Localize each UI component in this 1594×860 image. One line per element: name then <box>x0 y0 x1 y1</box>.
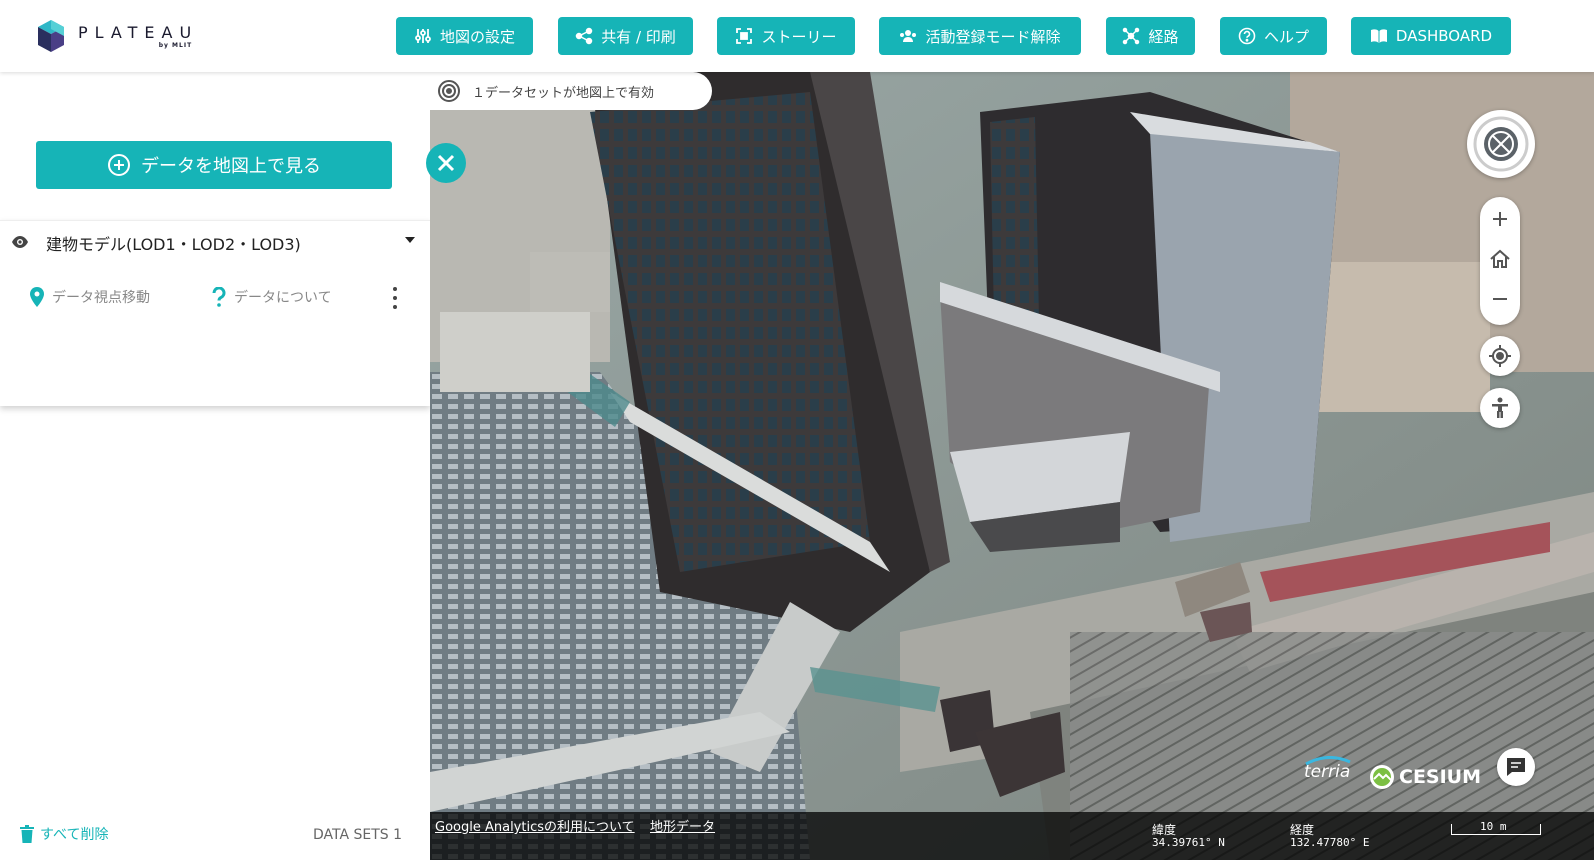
map-status-bar: Google Analyticsの利用について 地形データ 緯度 34.3976… <box>430 812 1594 860</box>
story-button[interactable]: ストーリー <box>717 17 855 55</box>
scale-bar <box>1451 824 1541 835</box>
story-label: ストーリー <box>761 27 837 46</box>
zoom-out-button[interactable] <box>1480 279 1520 319</box>
pedestrian-mode-button[interactable] <box>1480 388 1520 428</box>
3d-map-viewer[interactable] <box>430 72 1594 860</box>
minus-icon <box>1493 298 1507 300</box>
chat-icon <box>1507 758 1525 776</box>
my-location-button[interactable] <box>1480 336 1520 376</box>
activity-mode-label: 活動登録モード解除 <box>925 27 1061 46</box>
compass-icon <box>1473 116 1529 172</box>
longitude-value: 132.47780° E <box>1290 836 1370 849</box>
help-button[interactable]: ヘルプ <box>1220 17 1327 55</box>
zoom-to-data-button[interactable]: データ視点移動 <box>30 287 150 307</box>
workbench-panel: データを地図上で見る 建物モデル(LOD1・LOD2・LOD3) データ視点移動… <box>0 72 430 860</box>
route-label: 経路 <box>1148 27 1179 46</box>
cesium-icon <box>1370 765 1394 789</box>
logo-subtitle: by MLIT <box>158 42 193 49</box>
help-icon <box>1238 27 1256 45</box>
plus-icon <box>1493 212 1507 226</box>
delete-all-button[interactable]: すべて削除 <box>20 824 108 844</box>
delete-all-label: すべて削除 <box>40 827 109 843</box>
compass-button[interactable] <box>1467 110 1535 178</box>
workbench-item-title[interactable]: 建物モデル(LOD1・LOD2・LOD3) <box>46 231 301 255</box>
close-icon <box>437 154 455 172</box>
dashboard-label: DASHBOARD <box>1395 27 1493 45</box>
help-label: ヘルプ <box>1263 27 1309 46</box>
home-button[interactable] <box>1480 239 1520 279</box>
activity-mode-button[interactable]: 活動登録モード解除 <box>879 17 1081 55</box>
broadcast-icon <box>438 80 460 102</box>
home-icon <box>1490 249 1510 268</box>
eye-icon[interactable] <box>11 235 29 249</box>
share-icon <box>575 27 593 45</box>
chevron-down-icon[interactable] <box>405 237 415 243</box>
cesium-logo[interactable]: CESIUM <box>1368 763 1481 791</box>
active-datasets-indicator: １データセットが地図上で有効 <box>430 72 712 110</box>
question-icon <box>212 287 226 307</box>
workbench-item: 建物モデル(LOD1・LOD2・LOD3) データ視点移動 データについて <box>0 220 430 406</box>
share-print-button[interactable]: 共有 / 印刷 <box>558 17 693 55</box>
plateau-logo[interactable]: PLATEAU by MLIT <box>36 16 198 56</box>
close-panel-button[interactable] <box>426 143 466 183</box>
person-icon <box>1492 397 1508 418</box>
locate-icon <box>1489 345 1511 367</box>
add-data-button[interactable]: データを地図上で見る <box>36 141 392 189</box>
more-options-icon[interactable] <box>391 287 399 309</box>
feedback-button[interactable] <box>1497 748 1535 786</box>
terria-logo[interactable]: terria <box>1304 756 1351 782</box>
story-icon <box>736 28 753 44</box>
active-datasets-text: １データセットが地図上で有効 <box>472 85 655 101</box>
trash-icon <box>20 825 34 843</box>
map-settings-label: 地図の設定 <box>439 27 515 46</box>
plus-circle-icon <box>108 154 130 176</box>
terria-swoosh-icon <box>1305 756 1351 766</box>
terrain-data-link[interactable]: 地形データ <box>650 816 715 835</box>
route-button[interactable]: 経路 <box>1106 17 1195 55</box>
users-icon <box>900 30 917 42</box>
zoom-in-button[interactable] <box>1480 199 1520 239</box>
top-navbar: PLATEAU by MLIT 地図の設定 共有 / 印刷 ストーリー 活動登録… <box>0 0 1594 72</box>
latitude-value: 34.39761° N <box>1152 836 1225 849</box>
about-data-label: データについて <box>234 290 332 306</box>
share-print-label: 共有 / 印刷 <box>601 27 676 46</box>
google-analytics-link[interactable]: Google Analyticsの利用について <box>435 816 635 835</box>
map-scene <box>430 72 1594 860</box>
datasets-count: DATA SETS 1 <box>313 827 403 843</box>
add-data-label: データを地図上で見る <box>141 156 321 177</box>
dashboard-button[interactable]: DASHBOARD <box>1351 17 1511 55</box>
about-data-button[interactable]: データについて <box>212 287 332 307</box>
zoom-controls <box>1480 197 1520 325</box>
map-pin-icon <box>30 287 44 307</box>
sliders-icon <box>415 29 431 43</box>
plateau-logo-icon <box>38 20 64 52</box>
map-settings-button[interactable]: 地図の設定 <box>396 17 533 55</box>
logo-wordmark: PLATEAU <box>78 23 199 42</box>
route-icon <box>1123 27 1140 45</box>
book-icon <box>1370 29 1387 43</box>
cesium-wordmark: CESIUM <box>1399 766 1482 788</box>
zoom-to-data-label: データ視点移動 <box>52 290 150 306</box>
